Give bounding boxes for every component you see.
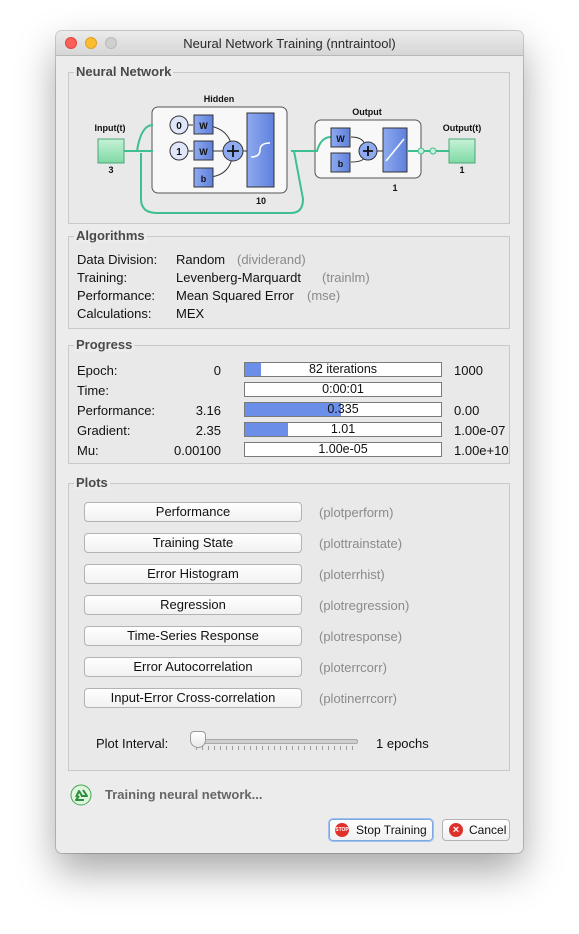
output-weight-label: W [336,134,345,144]
plots-panel-title: Plots [74,475,110,490]
progress-end-epoch: 1000 [454,363,483,378]
network-diagram: Input(t) 3 Hidden 0 1 W W b 10 Output W … [95,94,481,214]
progress-end-performance: 0.00 [454,403,480,418]
algo-value-calculations: MEX [176,306,205,321]
time-progress-text: 0:00:01 [322,382,364,396]
progress-start-epoch: 0 [213,363,221,378]
progress-panel-title: Progress [74,337,135,352]
plot-input-error-cross-correlation-button[interactable]: Input-Error Cross-correlation [84,688,302,708]
output-bias-label: b [338,159,344,169]
hidden-size: 10 [256,196,266,206]
time-progress-bar: 0:00:01 [244,382,442,397]
status-text: Training neural network... [105,787,263,802]
stop-training-button[interactable]: STOP Stop Training [329,819,433,841]
progress-panel: Progress Epoch: 0 82 iterations 1000 Tim… [68,337,510,464]
recycle-icon [70,784,92,806]
input-size: 3 [108,165,113,175]
algo-value-data-division: Random [176,252,226,267]
output-label: Output(t) [443,123,481,133]
output-size: 1 [459,165,464,175]
performance-progress-bar: 0.335 [244,402,442,417]
algo-label-data-division: Data Division: [77,252,158,267]
plots-panel: Plots Performance (plotperform) Training… [68,475,510,771]
plot-error-histogram-fn: (ploterrhist) [319,567,385,582]
algo-label-training: Training: [77,270,128,285]
nntraintool-window: Neural Network Training (nntraintool) Ne… [56,31,523,853]
hidden-weight-1-label: W [199,147,208,157]
gradient-progress-text: 1.01 [330,422,356,436]
hidden-layer-label: Hidden [204,94,235,104]
slider-ticks [196,746,358,750]
plot-time-series-response-fn: (plotresponse) [319,629,403,644]
epoch-progress-bar: 82 iterations [244,362,442,377]
algo-label-performance: Performance: [77,288,156,303]
plot-regression-button[interactable]: Regression [84,595,302,615]
plot-error-autocorrelation-fn: (ploterrcorr) [319,660,387,675]
algo-value-performance: Mean Squared Error [176,288,294,303]
plot-regression-fn: (plotregression) [319,598,410,613]
plot-interval-value: 1 epochs [376,736,429,751]
plot-interval-slider[interactable] [190,731,358,753]
plot-training-state-fn: (plottrainstate) [319,536,403,551]
window-title: Neural Network Training (nntraintool) [183,36,396,51]
plot-time-series-response-button[interactable]: Time-Series Response [84,626,302,646]
plot-error-histogram-button[interactable]: Error Histogram [84,564,302,584]
algorithms-panel: Algorithms Data Division: Random (divide… [68,228,510,329]
progress-start-gradient: 2.35 [195,423,221,438]
cancel-icon: × [449,823,463,837]
output-layer-size: 1 [392,183,397,193]
mu-progress-text: 1.00e-05 [318,442,368,456]
cancel-button[interactable]: × Cancel [442,819,510,841]
mu-progress-bar: 1.00e-05 [244,442,442,457]
gradient-progress-bar: 1.01 [244,422,442,437]
plot-performance-fn: (plotperform) [319,505,394,520]
algorithms-panel-title: Algorithms [74,228,147,243]
cancel-label: Cancel [469,823,507,837]
progress-start-performance: 3.16 [195,403,221,418]
performance-progress-text: 0.335 [327,402,359,416]
plot-error-autocorrelation-button[interactable]: Error Autocorrelation [84,657,302,677]
slider-track [196,739,358,744]
stop-training-label: Stop Training [356,823,427,837]
progress-label-time: Time: [77,383,110,398]
plot-input-error-cross-correlation-fn: (plotinerrcorr) [319,691,398,706]
algo-value-training: Levenberg-Marquardt [176,270,302,285]
stop-icon: STOP [335,823,349,837]
progress-end-gradient: 1.00e-07 [454,423,506,438]
progress-start-mu: 0.00100 [174,443,221,458]
hidden-bias-label: b [201,174,207,184]
plot-interval-label: Plot Interval: [96,736,169,751]
output-box [448,138,476,164]
input-label: Input(t) [95,123,126,133]
neural-network-panel: Neural Network Input(t) 3 Hidden 0 1 W W… [68,64,510,224]
delay-0-label: 0 [176,121,182,132]
plot-training-state-button[interactable]: Training State [84,533,302,553]
progress-label-mu: Mu: [77,443,99,458]
plot-performance-button[interactable]: Performance [84,502,302,522]
progress-end-mu: 1.00e+10 [454,443,509,458]
progress-label-gradient: Gradient: [77,423,131,438]
output-layer-label: Output [352,107,382,117]
progress-label-epoch: Epoch: [77,363,118,378]
algo-fn-performance: (mse) [307,288,341,303]
hidden-weight-0-label: W [199,121,208,131]
input-box [97,138,125,164]
algo-fn-training: (trainlm) [322,270,370,285]
delay-1-label: 1 [176,147,182,158]
algo-label-calculations: Calculations: [77,306,152,321]
slider-thumb[interactable] [190,731,206,748]
algo-fn-data-division: (dividerand) [237,252,306,267]
title-bar: Neural Network Training (nntraintool) [56,31,523,56]
epoch-progress-text: 82 iterations [308,362,378,376]
